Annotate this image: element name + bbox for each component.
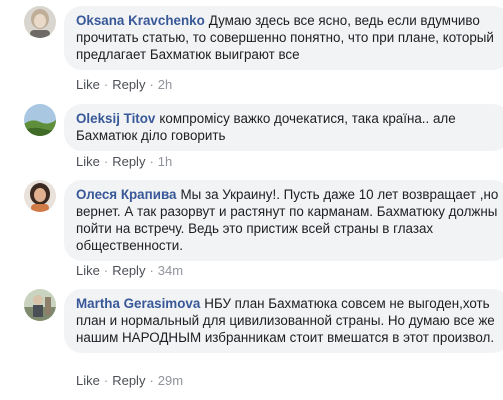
separator-dot: ·	[149, 154, 154, 169]
user-avatar-outdoor-icon	[24, 289, 56, 321]
comment-timestamp[interactable]: 1h	[158, 154, 172, 169]
separator-dot: ·	[103, 373, 109, 388]
comment-bubble: Олеся Крапива Мы за Украину!. Пусть даже …	[64, 180, 503, 261]
separator-dot: ·	[103, 77, 109, 92]
comment-actions: Like · Reply · 29m	[76, 373, 183, 388]
comment-timestamp[interactable]: 34m	[158, 263, 183, 278]
comment-actions: Like · Reply · 2h	[76, 77, 172, 92]
comment-bubble: Oksana Kravchenko Думаю здесь все ясно, в…	[64, 6, 503, 70]
separator-dot: ·	[149, 77, 154, 92]
avatar[interactable]	[24, 6, 56, 38]
comment-timestamp[interactable]: 29m	[158, 373, 183, 388]
user-avatar-woman-dark-hair-icon	[24, 180, 56, 212]
like-link[interactable]: Like	[76, 263, 100, 278]
reply-link[interactable]: Reply	[112, 263, 145, 278]
comment-author-link[interactable]: Олеся Крапива	[76, 187, 176, 202]
like-link[interactable]: Like	[76, 373, 100, 388]
comment-author-link[interactable]: Martha Gerasimova	[76, 296, 200, 311]
comment-bubble: Oleksij Titov компромісу важко дочекатися…	[64, 104, 503, 151]
comment-timestamp[interactable]: 2h	[158, 77, 172, 92]
like-link[interactable]: Like	[76, 154, 100, 169]
user-avatar-landscape-icon	[24, 104, 56, 136]
reply-link[interactable]: Reply	[112, 77, 145, 92]
avatar[interactable]	[24, 104, 56, 136]
comment-bubble: Martha Gerasimova НБУ план Бахматюка совс…	[64, 289, 503, 353]
reply-link[interactable]: Reply	[112, 373, 145, 388]
user-avatar-woman-light-hair-icon	[24, 6, 56, 38]
separator-dot: ·	[103, 263, 109, 278]
comment-author-link[interactable]: Oksana Kravchenko	[76, 13, 205, 28]
avatar[interactable]	[24, 180, 56, 212]
comment-author-link[interactable]: Oleksij Titov	[76, 111, 155, 126]
comment-actions: Like · Reply · 1h	[76, 154, 172, 169]
comment-actions: Like · Reply · 34m	[76, 263, 183, 278]
avatar[interactable]	[24, 289, 56, 321]
comment-thread: Oksana Kravchenko Думаю здесь все ясно, в…	[0, 0, 503, 400]
separator-dot: ·	[103, 154, 109, 169]
separator-dot: ·	[149, 373, 154, 388]
separator-dot: ·	[149, 263, 154, 278]
reply-link[interactable]: Reply	[112, 154, 145, 169]
like-link[interactable]: Like	[76, 77, 100, 92]
